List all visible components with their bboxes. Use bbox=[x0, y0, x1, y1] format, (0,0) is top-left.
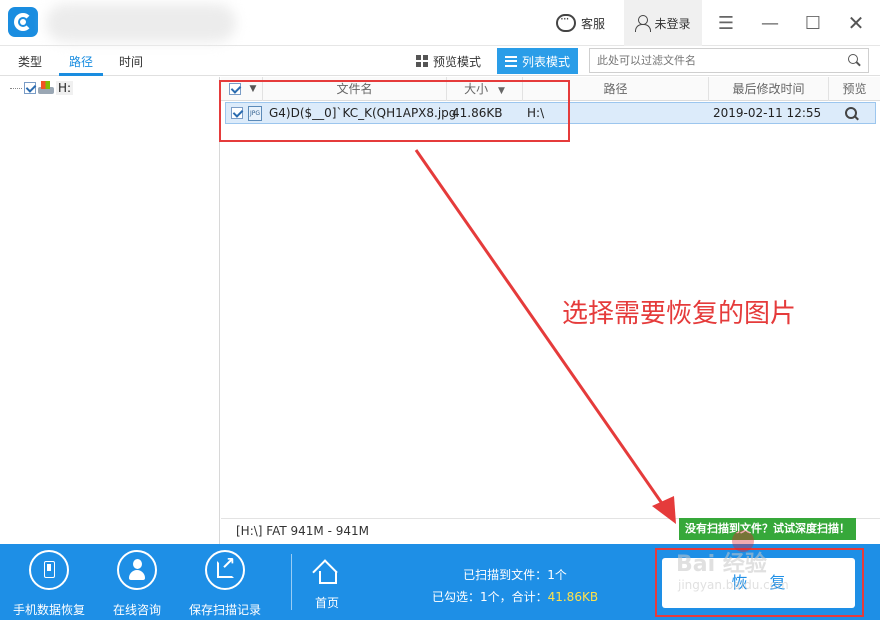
annotation-box-file bbox=[219, 80, 570, 142]
tab-path[interactable]: 路径 bbox=[69, 53, 93, 70]
save-scan-record-circle bbox=[205, 550, 245, 590]
tab-time[interactable]: 时间 bbox=[119, 53, 143, 70]
scan-summary: 已扫描到文件：1个 已勾选：1个，合计：41.86KB bbox=[400, 564, 630, 608]
partition-info: [H:\] FAT 941M - 941M bbox=[236, 524, 369, 538]
column-header-modified[interactable]: 最后修改时间 bbox=[709, 77, 829, 101]
watermark-brand: Bai 经验 bbox=[676, 552, 767, 577]
save-scan-record-button[interactable]: 保存扫描记录 bbox=[180, 544, 270, 620]
active-tab-underline bbox=[59, 73, 103, 76]
phone-recovery-button[interactable]: 手机数据恢复 bbox=[4, 544, 94, 620]
close-icon: ✕ bbox=[847, 11, 865, 35]
list-mode-button[interactable]: 列表模式 bbox=[497, 48, 579, 74]
drive-icon bbox=[38, 81, 54, 95]
tab-type[interactable]: 类型 bbox=[18, 53, 42, 70]
preview-mode-label: 预览模式 bbox=[433, 54, 482, 69]
maximize-icon: ☐ bbox=[804, 12, 822, 34]
user-icon bbox=[635, 15, 652, 32]
search-icon[interactable] bbox=[848, 54, 860, 66]
bottom-divider bbox=[291, 554, 292, 610]
scanned-count: 1个 bbox=[547, 568, 567, 582]
online-consult-button[interactable]: 在线咨询 bbox=[92, 544, 182, 620]
scanned-prefix: 已扫描到文件： bbox=[463, 568, 548, 582]
tree-node-checkbox[interactable] bbox=[24, 82, 36, 94]
selected-line: 已勾选：1个，合计：41.86KB bbox=[400, 586, 630, 608]
customer-service-button[interactable]: 客服 bbox=[556, 12, 605, 34]
person-icon bbox=[129, 559, 145, 581]
filter-input[interactable] bbox=[590, 49, 830, 72]
tree-connector bbox=[10, 87, 22, 89]
online-consult-label: 在线咨询 bbox=[112, 603, 161, 617]
home-icon[interactable] bbox=[312, 560, 340, 584]
directory-tree: H: bbox=[0, 77, 220, 544]
login-button[interactable]: 未登录 bbox=[624, 0, 702, 46]
login-label: 未登录 bbox=[654, 16, 691, 31]
menu-button[interactable]: ☰ bbox=[713, 10, 739, 36]
title-bar: 客服 未登录 ☰ — ☐ ✕ bbox=[0, 0, 880, 46]
blurred-app-title bbox=[46, 4, 236, 42]
minimize-icon: — bbox=[761, 12, 779, 34]
tree-node-label: H: bbox=[56, 81, 74, 95]
maximize-button[interactable]: ☐ bbox=[800, 10, 826, 36]
magnifier-icon[interactable] bbox=[845, 107, 858, 120]
save-scan-record-label: 保存扫描记录 bbox=[188, 603, 261, 617]
phone-icon bbox=[44, 561, 55, 578]
online-consult-circle bbox=[117, 550, 157, 590]
selected-prefix: 已勾选： bbox=[431, 590, 480, 604]
baidu-watermark: Bai 经验 jingyan.baidu.com bbox=[676, 528, 836, 602]
close-button[interactable]: ✕ bbox=[843, 10, 869, 36]
file-modified-cell: 2019-02-11 12:55 bbox=[713, 106, 822, 120]
selected-total: 41.86KB bbox=[547, 590, 599, 604]
list-view-icon bbox=[505, 55, 517, 67]
preview-mode-button[interactable]: 预览模式 bbox=[408, 48, 489, 74]
column-header-preview: 预览 bbox=[842, 82, 867, 96]
app-logo-icon bbox=[8, 7, 38, 37]
watermark-url: jingyan.baidu.com bbox=[678, 578, 789, 592]
customer-service-label: 客服 bbox=[581, 16, 606, 31]
annotation-text: 选择需要恢复的图片 bbox=[562, 299, 797, 329]
hamburger-icon: ☰ bbox=[717, 12, 735, 34]
list-mode-label: 列表模式 bbox=[522, 54, 571, 69]
toolbar-row: 类型 路径 时间 预览模式 列表模式 bbox=[0, 46, 880, 76]
phone-recovery-circle bbox=[29, 550, 69, 590]
home-label[interactable]: 首页 bbox=[305, 594, 349, 611]
selected-count: 1个，合计： bbox=[479, 590, 548, 604]
tree-node-drive[interactable]: H: bbox=[10, 81, 74, 95]
grid-view-icon bbox=[416, 55, 428, 67]
phone-recovery-label: 手机数据恢复 bbox=[12, 603, 85, 617]
chat-bubble-icon bbox=[556, 12, 576, 32]
scanned-line: 已扫描到文件：1个 bbox=[400, 564, 630, 586]
export-icon bbox=[217, 554, 235, 578]
filter-box bbox=[589, 48, 869, 73]
minimize-button[interactable]: — bbox=[757, 10, 783, 36]
